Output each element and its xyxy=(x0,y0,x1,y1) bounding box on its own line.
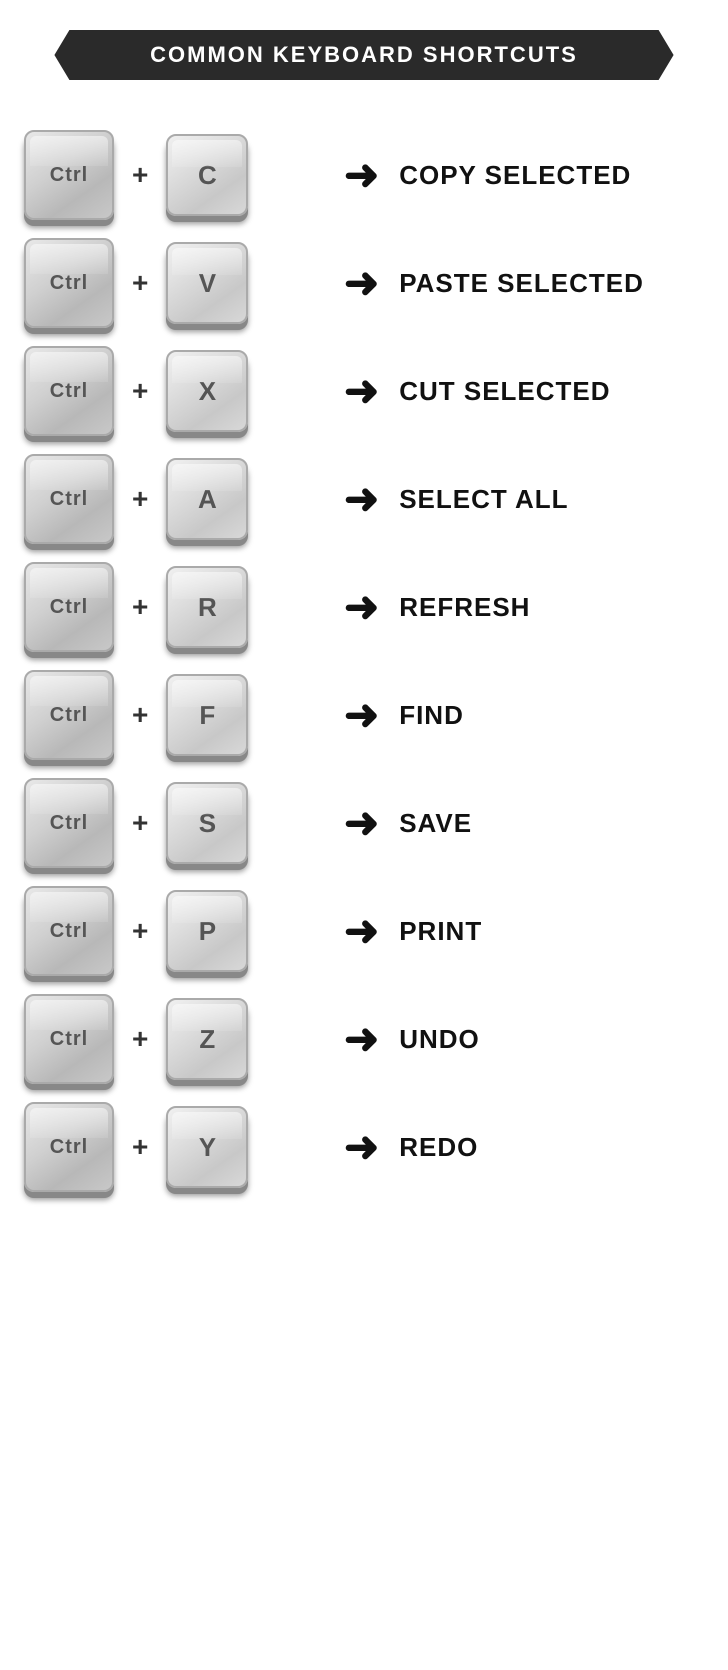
plus-sign: + xyxy=(132,483,148,515)
shortcut-action-label: COPY SELECTED xyxy=(399,160,704,191)
shortcut-action-label: PASTE SELECTED xyxy=(399,268,704,299)
ctrl-label: Ctrl xyxy=(50,1028,88,1051)
arrow-section: ➜ xyxy=(344,802,379,844)
letter-key-p: P xyxy=(166,890,248,972)
ctrl-key: Ctrl xyxy=(24,778,114,868)
plus-sign: + xyxy=(132,1023,148,1055)
letter-key-z: Z xyxy=(166,998,248,1080)
arrow-icon: ➜ xyxy=(344,478,379,520)
plus-sign: + xyxy=(132,159,148,191)
shortcut-action-label: SELECT ALL xyxy=(399,484,704,515)
letter-key-r: R xyxy=(166,566,248,648)
ctrl-key: Ctrl xyxy=(24,562,114,652)
plus-sign: + xyxy=(132,807,148,839)
key-group: Ctrl + S xyxy=(24,778,324,868)
shortcut-action-label: REFRESH xyxy=(399,592,704,623)
shortcut-action-label: UNDO xyxy=(399,1024,704,1055)
shortcut-row: Ctrl + A ➜ SELECT ALL xyxy=(24,454,704,544)
ctrl-key: Ctrl xyxy=(24,238,114,328)
shortcut-row: Ctrl + R ➜ REFRESH xyxy=(24,562,704,652)
shortcut-action-label: PRINT xyxy=(399,916,704,947)
shortcut-row: Ctrl + P ➜ PRINT xyxy=(24,886,704,976)
letter-key-y: Y xyxy=(166,1106,248,1188)
key-group: Ctrl + P xyxy=(24,886,324,976)
arrow-section: ➜ xyxy=(344,262,379,304)
letter-key-v: V xyxy=(166,242,248,324)
arrow-icon: ➜ xyxy=(344,1018,379,1060)
plus-sign: + xyxy=(132,1131,148,1163)
arrow-section: ➜ xyxy=(344,1018,379,1060)
ctrl-key: Ctrl xyxy=(24,130,114,220)
key-group: Ctrl + A xyxy=(24,454,324,544)
key-group: Ctrl + V xyxy=(24,238,324,328)
shortcut-row: Ctrl + X ➜ CUT SELECTED xyxy=(24,346,704,436)
ctrl-label: Ctrl xyxy=(50,704,88,727)
letter-key-s: S xyxy=(166,782,248,864)
ctrl-label: Ctrl xyxy=(50,812,88,835)
arrow-icon: ➜ xyxy=(344,910,379,952)
plus-sign: + xyxy=(132,591,148,623)
arrow-icon: ➜ xyxy=(344,154,379,196)
plus-sign: + xyxy=(132,267,148,299)
key-group: Ctrl + R xyxy=(24,562,324,652)
arrow-icon: ➜ xyxy=(344,802,379,844)
page-title: COMMON KEYBOARD SHORTCUTS xyxy=(54,30,673,80)
plus-sign: + xyxy=(132,375,148,407)
letter-key-c: C xyxy=(166,134,248,216)
shortcuts-list: Ctrl + C ➜ COPY SELECTED Ctrl + xyxy=(20,130,708,1192)
ctrl-key: Ctrl xyxy=(24,1102,114,1192)
plus-sign: + xyxy=(132,915,148,947)
title-banner: COMMON KEYBOARD SHORTCUTS xyxy=(20,30,708,80)
key-group: Ctrl + Y xyxy=(24,1102,324,1192)
ctrl-label: Ctrl xyxy=(50,380,88,403)
ctrl-key: Ctrl xyxy=(24,886,114,976)
ctrl-key: Ctrl xyxy=(24,346,114,436)
arrow-section: ➜ xyxy=(344,586,379,628)
arrow-section: ➜ xyxy=(344,694,379,736)
shortcut-action-label: CUT SELECTED xyxy=(399,376,704,407)
shortcut-action-label: SAVE xyxy=(399,808,704,839)
ctrl-label: Ctrl xyxy=(50,1136,88,1159)
arrow-icon: ➜ xyxy=(344,370,379,412)
shortcut-action-label: FIND xyxy=(399,700,704,731)
ctrl-key: Ctrl xyxy=(24,670,114,760)
key-group: Ctrl + C xyxy=(24,130,324,220)
ctrl-label: Ctrl xyxy=(50,596,88,619)
arrow-icon: ➜ xyxy=(344,1126,379,1168)
key-group: Ctrl + X xyxy=(24,346,324,436)
shortcut-row: Ctrl + Z ➜ UNDO xyxy=(24,994,704,1084)
ctrl-label: Ctrl xyxy=(50,272,88,295)
arrow-section: ➜ xyxy=(344,370,379,412)
ctrl-label: Ctrl xyxy=(50,920,88,943)
ctrl-key: Ctrl xyxy=(24,994,114,1084)
shortcut-row: Ctrl + C ➜ COPY SELECTED xyxy=(24,130,704,220)
key-group: Ctrl + F xyxy=(24,670,324,760)
ctrl-label: Ctrl xyxy=(50,164,88,187)
shortcut-row: Ctrl + S ➜ SAVE xyxy=(24,778,704,868)
arrow-section: ➜ xyxy=(344,478,379,520)
letter-key-x: X xyxy=(166,350,248,432)
plus-sign: + xyxy=(132,699,148,731)
arrow-icon: ➜ xyxy=(344,694,379,736)
shortcut-action-label: REDO xyxy=(399,1132,704,1163)
shortcut-row: Ctrl + Y ➜ REDO xyxy=(24,1102,704,1192)
key-group: Ctrl + Z xyxy=(24,994,324,1084)
ctrl-label: Ctrl xyxy=(50,488,88,511)
arrow-section: ➜ xyxy=(344,1126,379,1168)
arrow-section: ➜ xyxy=(344,910,379,952)
letter-key-a: A xyxy=(166,458,248,540)
shortcut-row: Ctrl + F ➜ FIND xyxy=(24,670,704,760)
ctrl-key: Ctrl xyxy=(24,454,114,544)
arrow-section: ➜ xyxy=(344,154,379,196)
arrow-icon: ➜ xyxy=(344,262,379,304)
letter-key-f: F xyxy=(166,674,248,756)
shortcut-row: Ctrl + V ➜ PASTE SELECTED xyxy=(24,238,704,328)
arrow-icon: ➜ xyxy=(344,586,379,628)
